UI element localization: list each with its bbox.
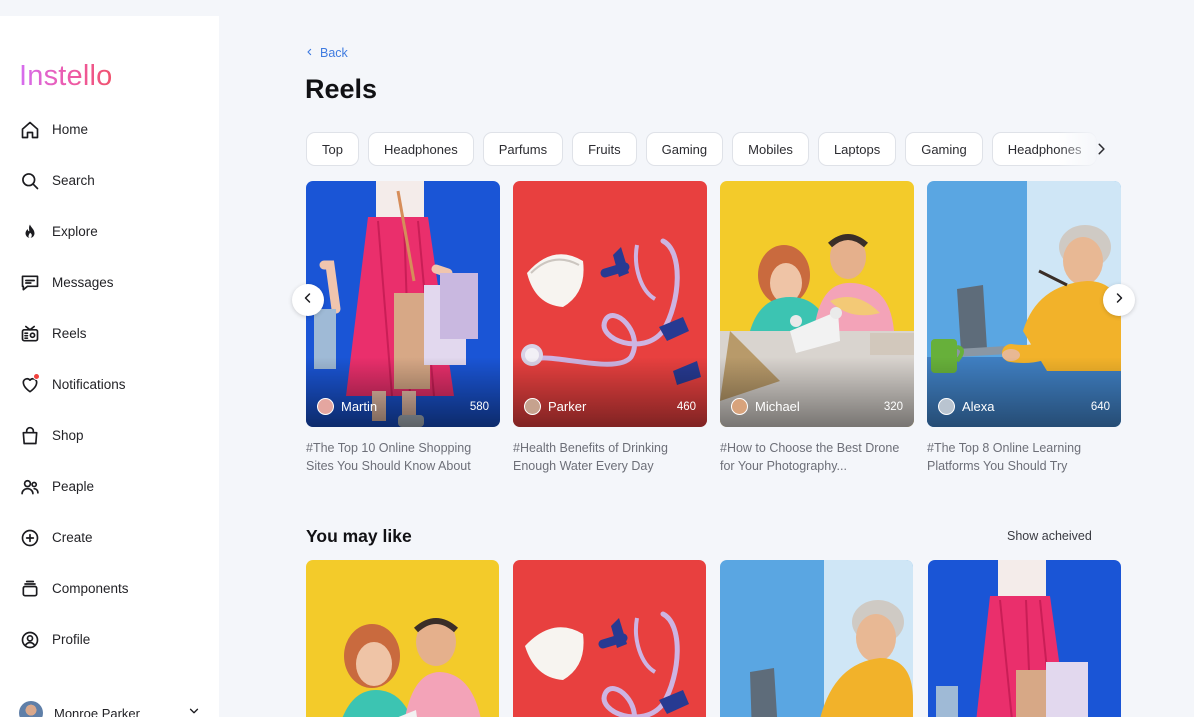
suggestion-card[interactable]: [720, 560, 913, 717]
reel-caption[interactable]: #How to Choose the Best Drone for Your P…: [720, 439, 914, 475]
show-achieved-link[interactable]: Show acheived: [1007, 529, 1092, 543]
chip-gaming-2[interactable]: Gaming: [905, 132, 983, 166]
sidebar-item-label: Components: [52, 581, 129, 596]
chip-fruits[interactable]: Fruits: [572, 132, 637, 166]
author-name: Alexa: [962, 399, 995, 414]
sidebar-item-notifications[interactable]: Notifications: [0, 359, 219, 410]
author-name: Parker: [548, 399, 587, 414]
sidebar-item-label: Home: [52, 122, 89, 137]
plus-circle-icon: [19, 527, 40, 548]
sidebar-item-label: Explore: [52, 224, 98, 239]
reel-author[interactable]: Alexa: [938, 398, 995, 415]
sidebar-item-messages[interactable]: Messages: [0, 257, 219, 308]
back-link[interactable]: Back: [305, 46, 348, 60]
sidebar-item-people[interactable]: Peaple: [0, 461, 219, 512]
sidebar-item-profile[interactable]: Profile: [0, 614, 219, 665]
sidebar-item-label: Search: [52, 173, 95, 188]
carousel-next-button[interactable]: [1103, 284, 1135, 316]
user-name: Monroe Parker: [54, 705, 140, 717]
layers-icon: [19, 578, 40, 599]
reels-carousel: Martin 580 Parker 460 Michael 320 Alexa …: [306, 181, 1121, 427]
chip-headphones[interactable]: Headphones: [367, 132, 474, 166]
sidebar-item-label: Peaple: [52, 479, 95, 494]
reel-thumbnail: [720, 181, 914, 427]
flame-icon: [19, 221, 40, 242]
notification-dot: [33, 373, 40, 380]
suggestion-thumbnail: [513, 560, 706, 717]
search-icon: [19, 170, 40, 191]
chip-parfums[interactable]: Parfums: [482, 132, 564, 166]
sidebar-item-create[interactable]: Create: [0, 512, 219, 563]
sidebar-item-label: Create: [52, 530, 93, 545]
reel-card[interactable]: Michael 320: [720, 181, 914, 427]
back-label: Back: [320, 46, 348, 60]
you-may-like-grid: [306, 560, 1121, 717]
view-count: 580: [469, 401, 489, 413]
view-count: 320: [883, 401, 903, 413]
reel-author[interactable]: Michael: [731, 398, 800, 415]
people-icon: [19, 476, 40, 497]
reel-thumbnail: [306, 181, 500, 427]
reel-thumbnail: [513, 181, 707, 427]
sidebar-item-shop[interactable]: Shop: [0, 410, 219, 461]
suggestion-thumbnail: [928, 560, 1121, 717]
sidebar-item-home[interactable]: Home: [0, 104, 219, 155]
reel-card[interactable]: Martin 580: [306, 181, 500, 427]
suggestion-card[interactable]: [306, 560, 499, 717]
author-name: Martin: [341, 399, 378, 414]
reels-icon: [19, 323, 40, 344]
sidebar: Instello Home Search Explore Messages Re…: [0, 16, 219, 717]
home-icon: [19, 119, 40, 140]
sidebar-item-label: Messages: [52, 275, 114, 290]
bag-icon: [19, 425, 40, 446]
sidebar-nav: Home Search Explore Messages Reels Notif…: [0, 104, 219, 665]
reel-author[interactable]: Parker: [524, 398, 586, 415]
section-title: You may like: [306, 526, 412, 546]
message-icon: [19, 272, 40, 293]
view-count: 640: [1090, 401, 1110, 413]
view-count: 460: [676, 401, 696, 413]
reel-card[interactable]: Alexa 640: [927, 181, 1121, 427]
page-title: Reels: [305, 74, 378, 104]
reel-author[interactable]: Martin: [317, 398, 377, 415]
heart-icon: [19, 373, 40, 395]
chevron-left-icon: [305, 46, 314, 60]
chip-laptops[interactable]: Laptops: [817, 132, 897, 166]
sidebar-item-components[interactable]: Components: [0, 563, 219, 614]
chip-gaming[interactable]: Gaming: [645, 132, 724, 166]
avatar: [938, 398, 955, 415]
avatar: [317, 398, 334, 415]
sidebar-item-label: Profile: [52, 632, 91, 647]
sidebar-item-label: Notifications: [52, 377, 126, 392]
reel-card[interactable]: Parker 460: [513, 181, 707, 427]
avatar: [19, 701, 43, 717]
chevron-down-icon[interactable]: [187, 704, 201, 717]
chevron-right-icon[interactable]: [1094, 140, 1110, 158]
sidebar-item-search[interactable]: Search: [0, 155, 219, 206]
chevron-left-icon: [302, 291, 314, 310]
sidebar-item-label: Reels: [52, 326, 87, 341]
reel-caption[interactable]: #The Top 8 Online Learning Platforms You…: [927, 439, 1121, 475]
reel-caption[interactable]: #The Top 10 Online Shopping Sites You Sh…: [306, 439, 500, 475]
author-name: Michael: [755, 399, 800, 414]
avatar: [524, 398, 541, 415]
suggestion-thumbnail: [306, 560, 499, 717]
chevron-right-icon: [1113, 291, 1125, 310]
reel-thumbnail: [927, 181, 1121, 427]
sidebar-item-label: Shop: [52, 428, 84, 443]
user-menu[interactable]: Monroe Parker: [19, 698, 201, 717]
suggestion-card[interactable]: [928, 560, 1121, 717]
suggestion-card[interactable]: [513, 560, 706, 717]
chip-mobiles[interactable]: Mobiles: [732, 132, 809, 166]
chip-top[interactable]: Top: [306, 132, 359, 166]
sidebar-item-reels[interactable]: Reels: [0, 308, 219, 359]
reel-caption[interactable]: #Health Benefits of Drinking Enough Wate…: [513, 439, 707, 475]
avatar: [731, 398, 748, 415]
user-circle-icon: [19, 629, 40, 650]
app-logo[interactable]: Instello: [19, 60, 113, 93]
category-chips: Top Headphones Parfums Fruits Gaming Mob…: [306, 132, 1118, 168]
sidebar-item-explore[interactable]: Explore: [0, 206, 219, 257]
carousel-prev-button[interactable]: [292, 284, 324, 316]
suggestion-thumbnail: [720, 560, 913, 717]
